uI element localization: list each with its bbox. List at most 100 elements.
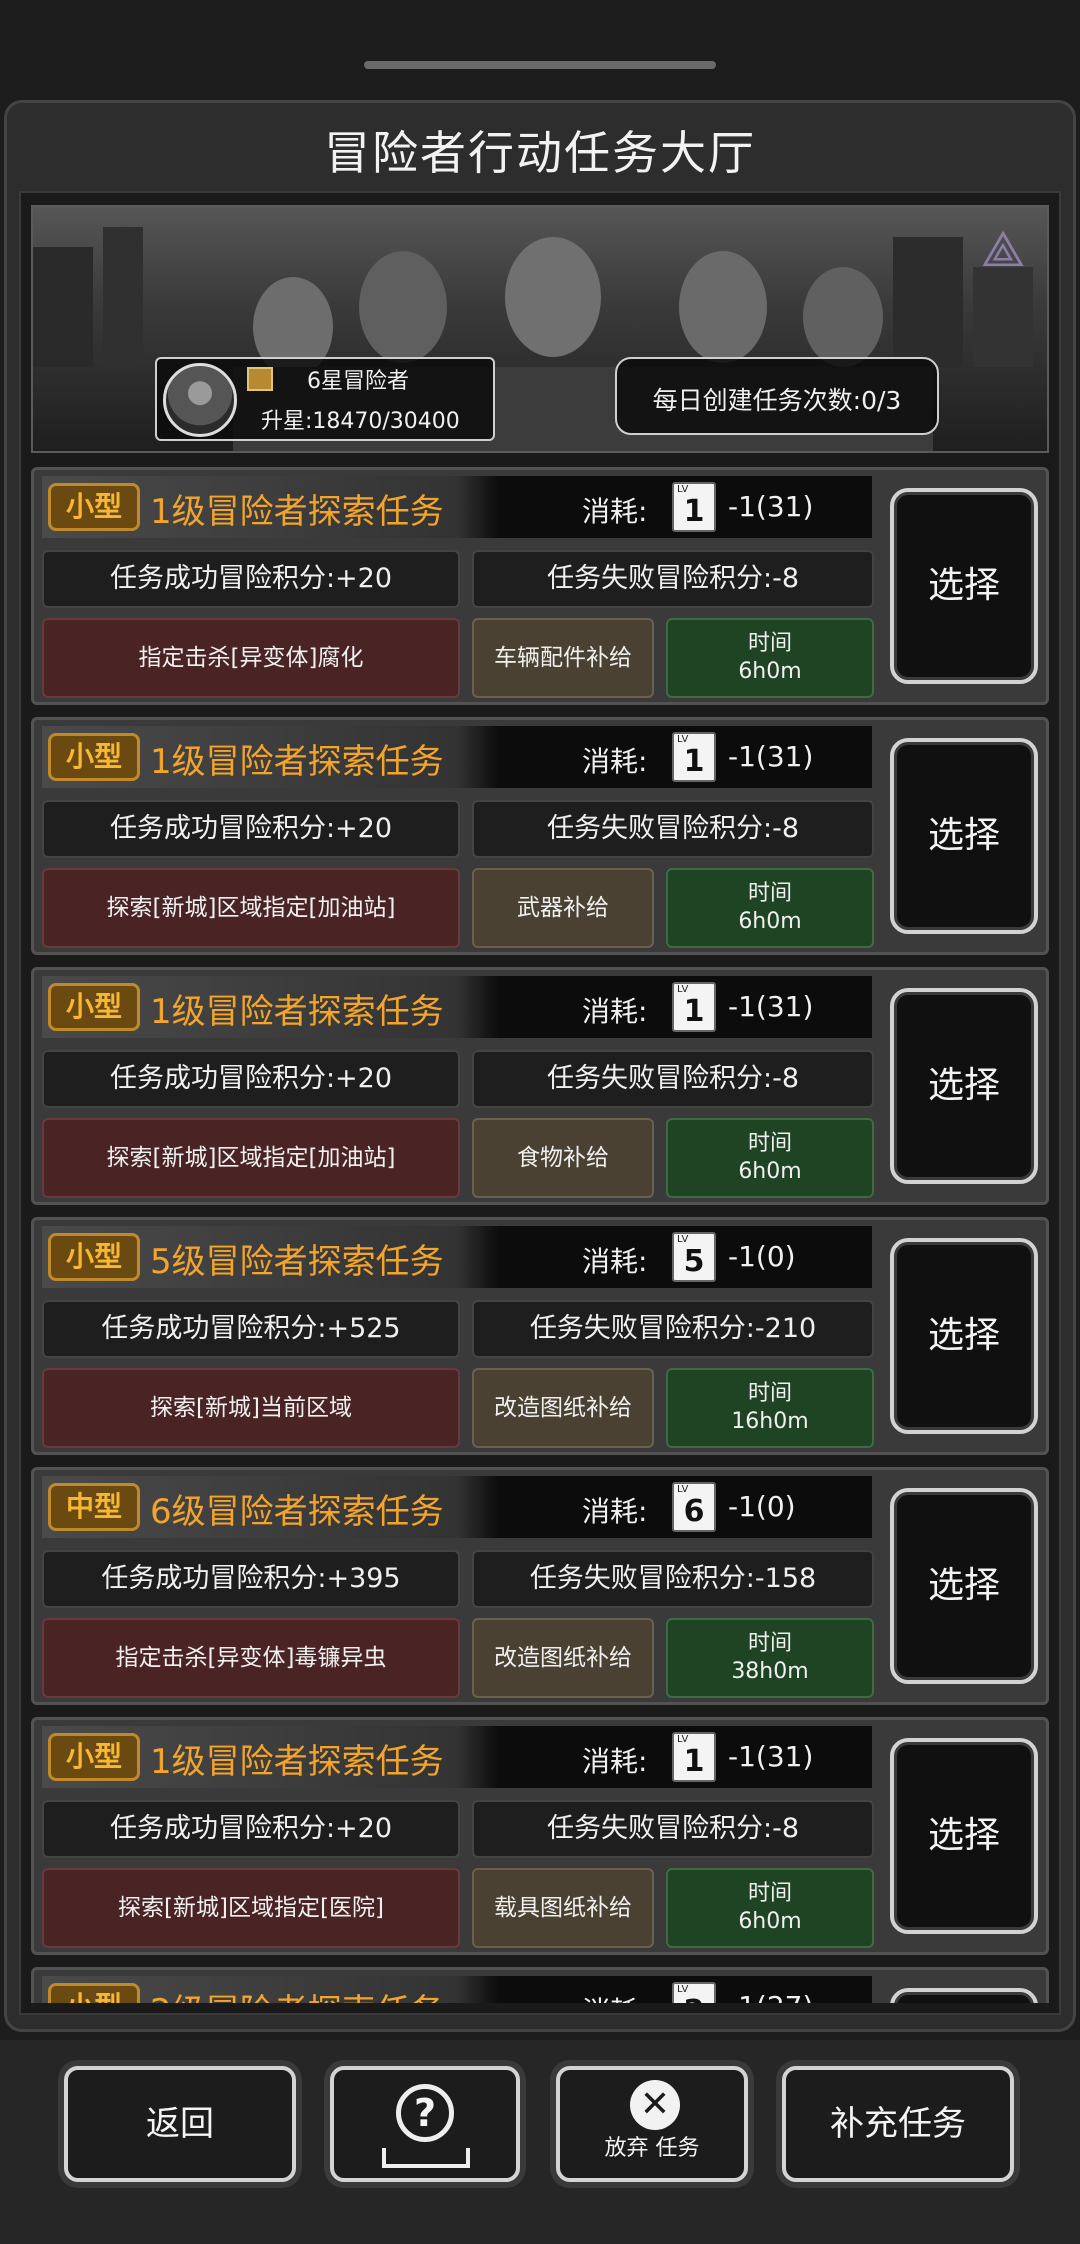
select-button[interactable]: 选择: [890, 488, 1038, 684]
select-button[interactable]: 选择: [890, 1738, 1038, 1934]
cost-label: 消耗:: [582, 1990, 647, 2003]
cost-value: -1(31): [728, 490, 814, 523]
cost-label: 消耗:: [582, 1745, 648, 1778]
add-task-button[interactable]: 补充任务: [782, 2066, 1014, 2182]
cost-value: -1(0): [728, 1240, 796, 1273]
page-title: 冒险者行动任务大厅: [324, 126, 756, 180]
success-points: 任务成功冒险积分:+20: [42, 800, 460, 858]
rank-name: 6星冒险者: [307, 369, 409, 394]
quest-name: 1级冒险者探索任务: [150, 492, 444, 532]
select-button[interactable]: 选择: [890, 988, 1038, 1184]
quest-header: 小型 1级冒险者探索任务 消耗: LV 1 -1(31): [42, 976, 872, 1038]
quest-time: 时间 6h0m: [666, 868, 874, 948]
abandon-label: 放弃 任务: [604, 2136, 700, 2161]
success-points: 任务成功冒险积分:+20: [42, 1800, 460, 1858]
adventurer-banner: ⟁ 6星冒险者 升星:18470/30400 每日创建任务次数:0/3: [31, 205, 1049, 453]
level-card-icon: LV 1: [672, 482, 716, 532]
fail-points: 任务失败冒险积分:-8: [472, 1800, 874, 1858]
success-points: 任务成功冒险积分:+525: [42, 1300, 460, 1358]
rank-badge[interactable]: 6星冒险者 升星:18470/30400: [155, 357, 495, 441]
quest-card: 小型 1级冒险者探索任务 消耗: LV 1 -1(31) 任务成功冒险积分:+20…: [31, 1717, 1049, 1955]
quest-reward: 载具图纸补给: [472, 1868, 654, 1948]
quest-time: 时间 6h0m: [666, 1118, 874, 1198]
quest-time: 时间 38h0m: [666, 1618, 874, 1698]
fail-points: 任务失败冒险积分:-210: [472, 1300, 874, 1358]
quest-card: 小型 5级冒险者探索任务 消耗: LV 5 -1(0) 任务成功冒险积分:+525…: [31, 1217, 1049, 1455]
question-marker-icon: ?: [396, 2084, 454, 2142]
quest-name: 6级冒险者探索任务: [150, 1492, 444, 1532]
quest-size-badge: 中型: [48, 1483, 140, 1531]
quest-name: 2级冒险者探索任务: [150, 1984, 444, 2003]
quest-reward: 改造图纸补给: [472, 1368, 654, 1448]
quest-size-badge: 小型: [48, 1233, 140, 1281]
avatar[interactable]: [163, 363, 237, 437]
quest-header: 中型 6级冒险者探索任务 消耗: LV 6 -1(0): [42, 1476, 872, 1538]
level-card-icon: LV 5: [672, 1232, 716, 1282]
bottom-action-bar: 返回 ? ✕ 放弃 任务 补充任务: [0, 2040, 1080, 2244]
cost-value: -1(31): [728, 990, 814, 1023]
cost-label: 消耗:: [582, 1495, 648, 1528]
quest-header: 小型 2级冒险者探索任务 消耗: LV2 -1(27): [42, 1976, 872, 2003]
quest-reward: 车辆配件补给: [472, 618, 654, 698]
cost-label: 消耗:: [582, 745, 648, 778]
drag-handle[interactable]: [364, 61, 716, 69]
quest-reward: 改造图纸补给: [472, 1618, 654, 1698]
quest-target: 探索[新城]区域指定[加油站]: [42, 1118, 460, 1198]
abandon-task-button[interactable]: ✕ 放弃 任务: [556, 2066, 748, 2182]
faction-emblem-icon: ⟁: [980, 220, 1026, 278]
cost-label: 消耗:: [582, 995, 648, 1028]
cost-value: -1(31): [728, 1740, 814, 1773]
level-card-icon: LV 1: [672, 982, 716, 1032]
quest-card: 中型 6级冒险者探索任务 消耗: LV 6 -1(0) 任务成功冒险积分:+395…: [31, 1467, 1049, 1705]
quest-name: 1级冒险者探索任务: [150, 992, 444, 1032]
quest-header: 小型 1级冒险者探索任务 消耗: LV 1 -1(31): [42, 1726, 872, 1788]
level-card-icon: LV 1: [672, 732, 716, 782]
panel-content: ⟁ 6星冒险者 升星:18470/30400 每日创建任务次数:0/3 小型 1…: [19, 191, 1061, 2015]
select-button[interactable]: [890, 1988, 1038, 2003]
upgrade-progress: 升星:18470/30400: [261, 409, 460, 434]
quest-card: 小型 1级冒险者探索任务 消耗: LV 1 -1(31) 任务成功冒险积分:+20…: [31, 467, 1049, 705]
quest-size-badge: 小型: [48, 983, 140, 1031]
fail-points: 任务失败冒险积分:-158: [472, 1550, 874, 1608]
quest-size-badge: 小型: [48, 1733, 140, 1781]
select-button[interactable]: 选择: [890, 1238, 1038, 1434]
level-card-icon: LV2: [672, 1982, 716, 2003]
quest-size-badge: 小型: [48, 733, 140, 781]
level-card-icon: LV 6: [672, 1482, 716, 1532]
select-button[interactable]: 选择: [890, 1488, 1038, 1684]
cost-label: 消耗:: [582, 495, 648, 528]
quest-list[interactable]: 小型 1级冒险者探索任务 消耗: LV 1 -1(31) 任务成功冒险积分:+20…: [31, 467, 1051, 2003]
quest-time: 时间 6h0m: [666, 618, 874, 698]
success-points: 任务成功冒险积分:+20: [42, 550, 460, 608]
quest-name: 1级冒险者探索任务: [150, 1742, 444, 1782]
quest-target: 探索[新城]区域指定[医院]: [42, 1868, 460, 1948]
fail-points: 任务失败冒险积分:-8: [472, 1050, 874, 1108]
quest-target: 探索[新城]区域指定[加油站]: [42, 868, 460, 948]
quest-size-badge: 小型: [48, 483, 140, 531]
rank-icon: [247, 367, 273, 391]
cost-value: -1(0): [728, 1490, 796, 1523]
quest-card: 小型 1级冒险者探索任务 消耗: LV 1 -1(31) 任务成功冒险积分:+20…: [31, 967, 1049, 1205]
quest-card: 小型 1级冒险者探索任务 消耗: LV 1 -1(31) 任务成功冒险积分:+20…: [31, 717, 1049, 955]
map-base-icon: [382, 2148, 470, 2168]
quest-reward: 武器补给: [472, 868, 654, 948]
back-button[interactable]: 返回: [64, 2066, 296, 2182]
daily-create-text: 每日创建任务次数:0/3: [652, 386, 902, 415]
help-button[interactable]: ?: [330, 2066, 520, 2182]
x-circle-icon: ✕: [630, 2080, 680, 2130]
level-card-icon: LV 1: [672, 1732, 716, 1782]
quest-header: 小型 1级冒险者探索任务 消耗: LV 1 -1(31): [42, 726, 872, 788]
success-points: 任务成功冒险积分:+395: [42, 1550, 460, 1608]
daily-create-counter: 每日创建任务次数:0/3: [615, 357, 939, 435]
cost-value: -1(31): [728, 740, 814, 773]
task-hall-panel: 冒险者行动任务大厅 ⟁ 6星冒险者 升星:18470/30400 每日创建任务次…: [4, 100, 1076, 2032]
cost-label: 消耗:: [582, 1245, 648, 1278]
quest-header: 小型 1级冒险者探索任务 消耗: LV 1 -1(31): [42, 476, 872, 538]
quest-size-badge: 小型: [48, 1983, 140, 2003]
fail-points: 任务失败冒险积分:-8: [472, 550, 874, 608]
quest-target: 指定击杀[异变体]腐化: [42, 618, 460, 698]
select-button[interactable]: 选择: [890, 738, 1038, 934]
quest-name: 5级冒险者探索任务: [150, 1242, 444, 1282]
success-points: 任务成功冒险积分:+20: [42, 1050, 460, 1108]
fail-points: 任务失败冒险积分:-8: [472, 800, 874, 858]
